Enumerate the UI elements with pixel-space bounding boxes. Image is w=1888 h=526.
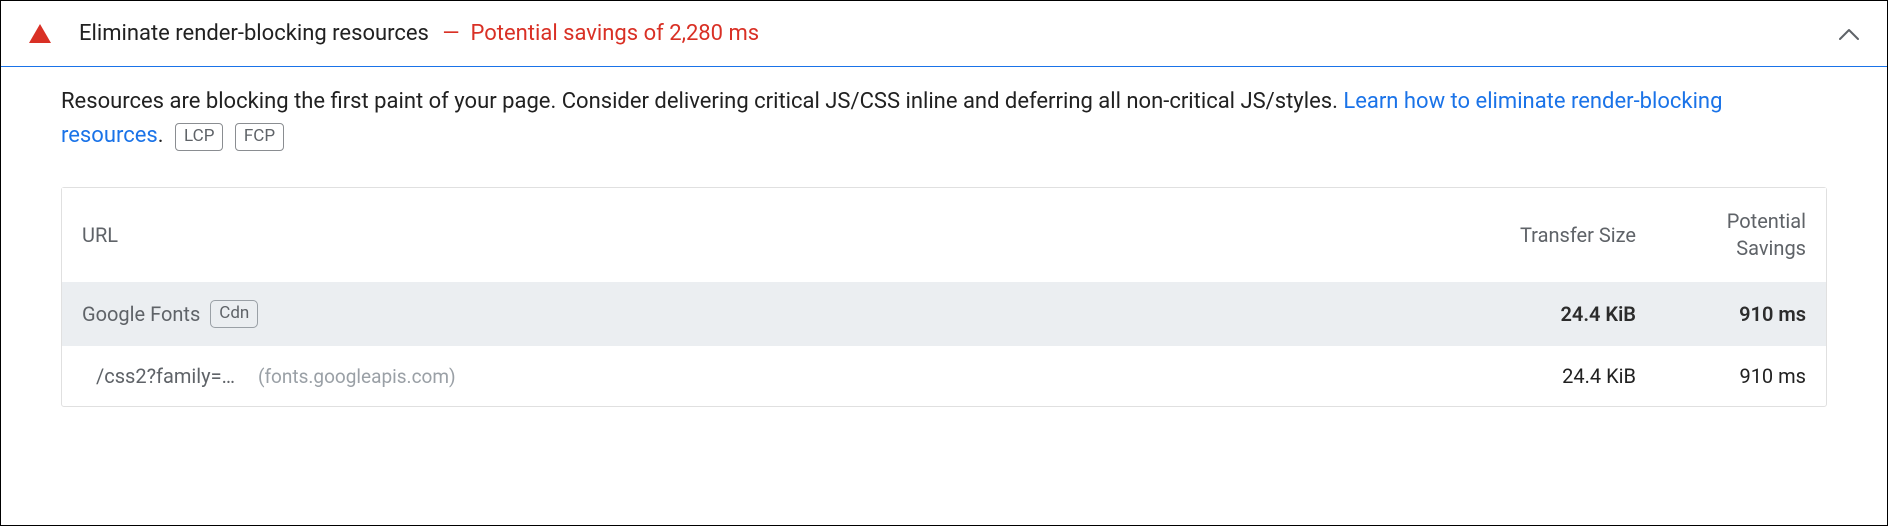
group-label: Google Fonts Cdn xyxy=(82,300,258,328)
savings-value: Potential savings of 2,280 ms xyxy=(471,21,760,46)
warning-triangle-icon xyxy=(29,24,51,43)
col-header-savings: Potential Savings xyxy=(1656,188,1826,282)
cdn-badge: Cdn xyxy=(210,300,258,328)
audit-description: Resources are blocking the first paint o… xyxy=(61,85,1827,153)
item-transfer: 24.4 KiB xyxy=(1436,346,1656,406)
group-name: Google Fonts xyxy=(82,302,200,326)
group-savings: 910 ms xyxy=(1656,282,1826,346)
item-path: /css2?family=… xyxy=(96,364,235,388)
audit-title: Eliminate render-blocking resources xyxy=(79,21,429,46)
audit-header[interactable]: Eliminate render-blocking resources — Po… xyxy=(1,1,1887,67)
audit-savings: — Potential savings of 2,280 ms xyxy=(437,21,759,46)
col-header-url: URL xyxy=(62,188,1436,282)
resources-table: URL Transfer Size Potential Savings Goog… xyxy=(61,187,1827,407)
group-label-cell: Google Fonts Cdn xyxy=(62,282,1436,346)
collapse-toggle[interactable] xyxy=(1839,28,1859,40)
description-post: . xyxy=(158,123,164,148)
item-url-cell: /css2?family=… (fonts.googleapis.com) xyxy=(62,346,1436,406)
audit-body: Resources are blocking the first paint o… xyxy=(1,67,1887,435)
item-savings: 910 ms xyxy=(1656,346,1826,406)
item-domain: (fonts.googleapis.com) xyxy=(258,365,456,388)
separator-dash: — xyxy=(442,21,459,46)
table-item-row: /css2?family=… (fonts.googleapis.com) 24… xyxy=(62,346,1826,406)
chevron-up-icon xyxy=(1839,28,1859,40)
fcp-badge: FCP xyxy=(235,123,284,151)
table-group-row: Google Fonts Cdn 24.4 KiB 910 ms xyxy=(62,282,1826,346)
audit-panel: Eliminate render-blocking resources — Po… xyxy=(0,0,1888,526)
description-text: Resources are blocking the first paint o… xyxy=(61,89,1343,114)
group-transfer: 24.4 KiB xyxy=(1436,282,1656,346)
lcp-badge: LCP xyxy=(175,123,223,151)
col-header-transfer: Transfer Size xyxy=(1436,188,1656,282)
